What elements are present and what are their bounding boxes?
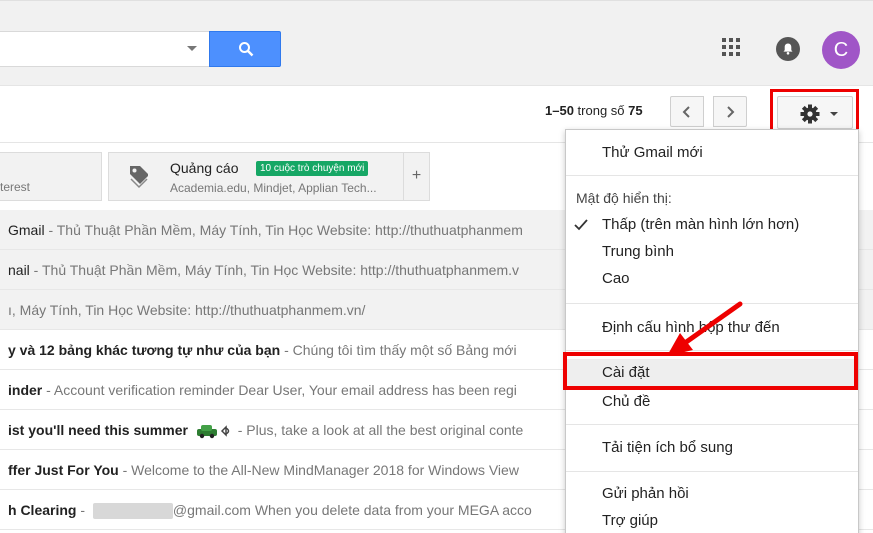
search-button[interactable]	[209, 31, 281, 67]
email-subject: y và 12 bảng khác tương tự như của bạn	[8, 342, 281, 358]
email-subject: ffer Just For You	[8, 462, 119, 478]
menu-divider	[566, 303, 858, 304]
menu-item-label: Thấp (trên màn hình lớn hơn)	[602, 216, 800, 233]
email-subject: ist you'll need this summer	[8, 422, 188, 438]
email-subject: inder	[8, 382, 43, 398]
search-input[interactable]	[0, 31, 210, 67]
redacted-email	[92, 503, 173, 520]
density-label: Mật độ hiển thị:	[576, 190, 672, 206]
tab-promotions-senders: Academia.edu, Mindjet, Applian Tech...	[170, 181, 377, 195]
chevron-right-icon	[727, 106, 735, 118]
email-subject: nail	[8, 262, 30, 278]
add-tab-button[interactable]: +	[404, 152, 430, 201]
email-snippet: - Plus, take a look at all the best orig…	[233, 422, 524, 438]
menu-item-get-addons[interactable]: Tải tiện ích bổ sung	[566, 434, 858, 462]
menu-item-density-high[interactable]: Cao	[566, 265, 858, 293]
bell-icon	[783, 43, 793, 55]
tab-promotions-title: Quảng cáo	[170, 160, 239, 176]
email-subject: h Clearing	[8, 502, 77, 518]
menu-item-density-medium[interactable]: Trung bình	[566, 238, 858, 266]
tab-partial-label: terest	[0, 180, 31, 194]
apps-grid-icon[interactable]	[722, 38, 742, 58]
tag-icon	[130, 166, 148, 189]
older-page-button[interactable]	[713, 96, 747, 127]
email-snippet: @gmail.com When you delete data from you…	[172, 502, 532, 518]
email-snippet: - Welcome to the All-New MindManager 201…	[118, 462, 519, 478]
email-snippet: - Account verification reminder Dear Use…	[42, 382, 517, 398]
chevron-left-icon	[682, 106, 690, 118]
search-icon	[239, 42, 254, 57]
email-snippet: - Thủ Thuật Phần Mềm, Máy Tính, Tin Học …	[44, 222, 523, 238]
menu-item-send-feedback[interactable]: Gửi phản hồi	[566, 480, 858, 508]
email-snippet: ı, Máy Tính, Tin Học Website: http://thu…	[8, 302, 366, 318]
menu-divider	[566, 471, 858, 472]
email-snippet-prefix: -	[76, 502, 89, 518]
menu-item-try-new-gmail[interactable]: Thử Gmail mới	[566, 139, 858, 167]
settings-highlight-box	[770, 89, 859, 134]
tab-social-partial[interactable]: terest	[0, 152, 102, 201]
menu-divider	[566, 175, 858, 176]
settings-item-highlight-box	[563, 352, 858, 390]
email-snippet: - Thủ Thuật Phần Mềm, Máy Tính, Tin Học …	[29, 262, 520, 278]
menu-item-themes[interactable]: Chủ đề	[566, 388, 858, 416]
email-subject: Gmail	[8, 222, 45, 238]
car-emoji-icon	[196, 425, 230, 439]
avatar[interactable]: C	[822, 31, 860, 69]
notifications-bell-icon[interactable]	[776, 37, 800, 61]
newer-page-button[interactable]	[670, 96, 704, 127]
menu-item-density-low[interactable]: Thấp (trên màn hình lớn hơn)	[566, 211, 858, 239]
menu-divider	[566, 424, 858, 425]
email-snippet: - Chúng tôi tìm thấy một số Bảng mới	[280, 342, 517, 358]
search-options-caret-icon[interactable]	[187, 46, 197, 51]
page-of-label: trong số	[577, 103, 625, 118]
new-conversations-badge: 10 cuộc trò chuyện mới	[256, 161, 369, 176]
top-bar: C	[0, 0, 873, 86]
menu-item-help[interactable]: Trợ giúp	[566, 507, 858, 533]
settings-menu: Thử Gmail mới Mật độ hiển thị: Thấp (trê…	[565, 129, 859, 533]
menu-divider	[566, 350, 858, 351]
page-range: 1–50	[545, 103, 574, 118]
pagination-count: 1–50 trong số 75	[545, 103, 643, 118]
check-icon	[574, 219, 588, 231]
tab-promotions[interactable]: Quảng cáo 10 cuộc trò chuyện mới Academi…	[108, 152, 404, 201]
page-total: 75	[628, 103, 643, 118]
menu-item-configure-inbox[interactable]: Định cấu hình hộp thư đến	[566, 314, 858, 342]
